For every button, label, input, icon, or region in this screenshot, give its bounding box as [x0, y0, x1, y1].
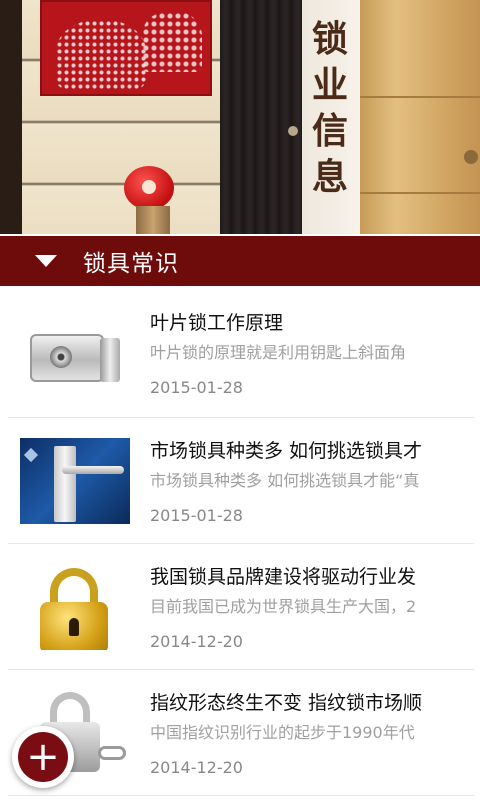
list-item[interactable]: 我国锁具品牌建设将驱动行业发 目前我国已成为世界锁具生产大国，2 2014-12…: [8, 544, 474, 670]
gold-padlock-thumbnail: [20, 564, 130, 650]
article-title: 市场锁具种类多 如何挑选锁具才: [150, 440, 423, 462]
article-title: 指纹形态终生不变 指纹锁市场顺: [150, 692, 423, 714]
lock-bolt: [100, 338, 120, 382]
keyhole-icon: [69, 618, 79, 636]
banner-door-handle: [288, 126, 298, 136]
list-item[interactable]: 指纹形态终生不变 指纹锁市场顺 中国指纹识别行业的起步于1990年代 2014-…: [8, 670, 474, 796]
article-title: 我国锁具品牌建设将驱动行业发: [150, 566, 417, 588]
plus-icon: +: [18, 732, 68, 782]
painting-tree-right: [142, 12, 202, 72]
sparkle-decoration: [23, 447, 39, 463]
banner-door: [220, 0, 302, 234]
list-item[interactable]: 市场锁具种类多 如何挑选锁具才 市场锁具种类多 如何挑选锁具才能“真 2015-…: [8, 418, 474, 544]
handle-lever: [62, 466, 124, 474]
banner-wood-line: [360, 96, 480, 98]
door-handle-thumbnail: [20, 438, 130, 524]
list-item-text: 我国锁具品牌建设将驱动行业发 目前我国已成为世界锁具生产大国，2 2014-12…: [150, 562, 472, 656]
electric-lock-thumbnail: [20, 310, 130, 396]
keys-icon: [98, 746, 126, 760]
list-item-text: 叶片锁工作原理 叶片锁的原理就是利用钥匙上斜面角 2015-01-28: [150, 308, 472, 402]
article-date: 2014-12-20: [150, 632, 243, 651]
article-list: 叶片锁工作原理 叶片锁的原理就是利用钥匙上斜面角 2015-01-28 市场锁具…: [8, 290, 474, 796]
article-date: 2014-12-20: [150, 758, 243, 777]
banner-cabinet-knob: [464, 150, 478, 164]
lock-cylinder: [50, 346, 72, 368]
banner-wood-wall: [360, 0, 480, 234]
list-item-text: 指纹形态终生不变 指纹锁市场顺 中国指纹识别行业的起步于1990年代 2014-…: [150, 688, 472, 782]
banner-wall-edge: [0, 0, 22, 234]
section-title: 锁具常识: [83, 251, 179, 277]
article-summary: 中国指纹识别行业的起步于1990年代: [150, 723, 415, 742]
list-item[interactable]: 叶片锁工作原理 叶片锁的原理就是利用钥匙上斜面角 2015-01-28: [8, 290, 474, 418]
section-header[interactable]: 锁具常识: [0, 234, 480, 286]
article-date: 2015-01-28: [150, 378, 243, 397]
article-date: 2015-01-28: [150, 506, 243, 525]
add-button[interactable]: +: [12, 726, 74, 788]
hero-banner[interactable]: 锁业信息: [0, 0, 480, 234]
article-title: 叶片锁工作原理: [150, 312, 284, 334]
banner-vase-hole: [142, 180, 156, 194]
collapse-triangle-icon[interactable]: [35, 255, 57, 267]
banner-wood-line: [360, 192, 480, 194]
article-summary: 目前我国已成为世界锁具生产大国，2: [150, 597, 417, 616]
banner-calligraphy: 锁业信息: [311, 18, 348, 198]
list-item-text: 市场锁具种类多 如何挑选锁具才 市场锁具种类多 如何挑选锁具才能“真 2015-…: [150, 436, 472, 530]
article-summary: 叶片锁的原理就是利用钥匙上斜面角: [150, 343, 407, 362]
banner-painting: [40, 0, 212, 96]
handle-plate: [54, 446, 76, 522]
painting-tree-left: [56, 20, 146, 90]
article-summary: 市场锁具种类多 如何挑选锁具才能“真: [150, 471, 420, 490]
banner-stand: [136, 206, 170, 234]
